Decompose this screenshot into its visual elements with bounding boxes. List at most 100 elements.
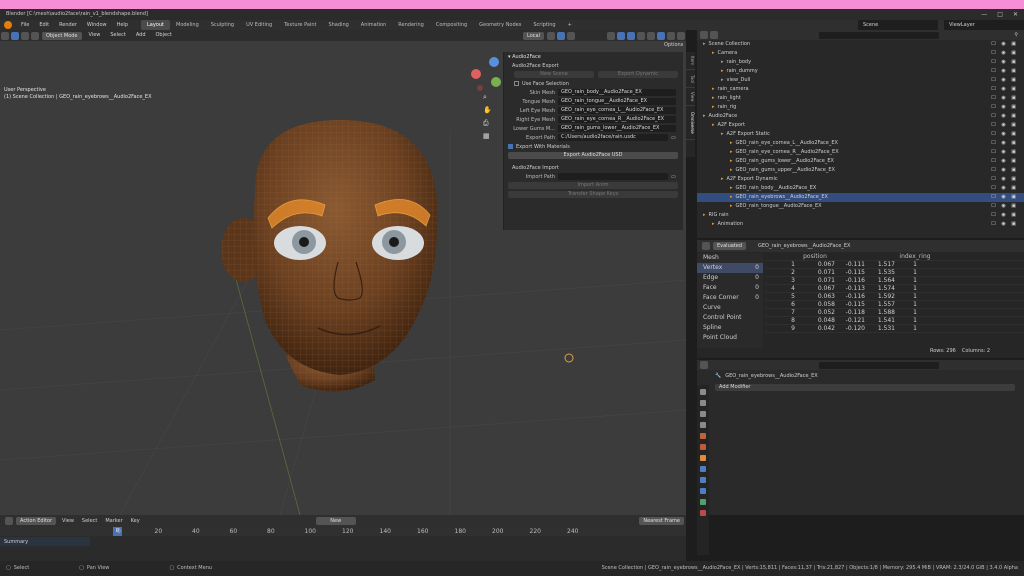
timeline-menu-view[interactable]: View [58, 518, 78, 524]
visibility-toggle-icons[interactable]: ☐ ◉ ▣ [991, 193, 1018, 202]
outliner-row[interactable]: ▸ GEO_rain_eye_cornea_L__Audio2Face_EX ☐ ◉… [697, 139, 1024, 148]
visibility-toggle-icons[interactable]: ☐ ◉ ▣ [991, 49, 1018, 58]
outliner-row[interactable]: ▸ view_Dull ☐ ◉ ▣ [697, 76, 1024, 85]
properties-search-input[interactable] [819, 361, 939, 369]
outliner-row[interactable]: ▸ rain_rig ☐ ◉ ▣ [697, 103, 1024, 112]
xray-icon[interactable] [637, 31, 645, 40]
outliner-row[interactable]: ▸ Camera ☐ ◉ ▣ [697, 49, 1024, 58]
spreadsheet-mode-selector[interactable]: Evaluated [713, 242, 747, 250]
workspace-tab-uv-editing[interactable]: UV Editing [240, 20, 278, 30]
spreadsheet-domain-item[interactable]: Face Corner 0 [697, 293, 763, 303]
visibility-toggle-icons[interactable]: ☐ ◉ ▣ [991, 148, 1018, 157]
workspace-tab-modeling[interactable]: Modeling [170, 20, 205, 30]
visibility-toggle-icons[interactable]: ☐ ◉ ▣ [991, 220, 1018, 229]
scene-tab-icon[interactable] [700, 433, 706, 439]
add-workspace-button[interactable]: + [562, 20, 578, 30]
properties-editor-icon[interactable] [700, 361, 708, 369]
modifier-tab-icon[interactable] [700, 466, 706, 472]
workspace-tab-geometry-nodes[interactable]: Geometry Nodes [473, 20, 527, 30]
new-scene-button[interactable]: New Scene [514, 71, 594, 78]
left-eye-mesh-field[interactable]: GEO_rain_eye_cornea_L__Audio2Face_EX [558, 107, 676, 114]
transform-orientation[interactable]: Local [523, 31, 544, 40]
import-path-field[interactable] [558, 173, 668, 180]
outliner-search-input[interactable] [819, 31, 939, 39]
blender-logo-icon[interactable] [4, 21, 12, 29]
menu-file[interactable]: File [16, 20, 34, 30]
dopesheet-editor-icon[interactable] [5, 517, 13, 525]
outliner-row[interactable]: ▸ rain_dummy ☐ ◉ ▣ [697, 67, 1024, 76]
workspace-tab-compositing[interactable]: Compositing [430, 20, 473, 30]
viewport-menu-add[interactable]: Add [131, 30, 151, 41]
expand-arrow-icon[interactable]: ▸ [730, 140, 733, 146]
spreadsheet-domain-item[interactable]: Point Cloud [697, 333, 763, 343]
snapping-selector[interactable]: Nearest Frame [639, 517, 684, 525]
tab-item[interactable]: Item [686, 52, 695, 70]
outliner-row[interactable]: ▸ GEO_rain_gums_upper__Audio2Face_EX ☐ ◉ ▣ [697, 166, 1024, 175]
expand-arrow-icon[interactable]: ▸ [703, 212, 706, 218]
expand-arrow-icon[interactable]: ▸ [730, 149, 733, 155]
export-audio2face-usd-button[interactable]: Export Audio2Face USD [508, 152, 678, 159]
visibility-toggle-icons[interactable]: ☐ ◉ ▣ [991, 211, 1018, 220]
viewport-menu-view[interactable]: View [84, 30, 106, 41]
visibility-toggle-icons[interactable]: ☐ ◉ ▣ [991, 103, 1018, 112]
tab-view[interactable]: View [686, 88, 695, 106]
export-dynamic-button[interactable]: Export Dynamic [598, 71, 678, 78]
spreadsheet-editor-icon[interactable] [702, 242, 710, 250]
outliner-row[interactable]: ▸ Animation ☐ ◉ ▣ [697, 220, 1024, 229]
select-mode-icon[interactable] [11, 31, 19, 40]
proportional-icon[interactable] [567, 31, 575, 40]
expand-arrow-icon[interactable]: ▸ [703, 41, 706, 47]
new-action-button[interactable]: New [315, 517, 356, 525]
import-section-header[interactable]: Audio2Face Import [504, 163, 683, 172]
use-face-selection-checkbox[interactable] [514, 81, 519, 86]
expand-arrow-icon[interactable]: ▸ [730, 185, 733, 191]
workspace-tab-layout[interactable]: Layout [141, 20, 170, 30]
expand-arrow-icon[interactable]: ▸ [712, 86, 715, 92]
spreadsheet-domain-item[interactable]: Face 0 [697, 283, 763, 293]
viewport-menu-object[interactable]: Object [151, 30, 177, 41]
visibility-toggle-icons[interactable]: ☐ ◉ ▣ [991, 202, 1018, 211]
spreadsheet-domain-item[interactable]: Spline [697, 323, 763, 333]
expand-arrow-icon[interactable]: ▸ [730, 203, 733, 209]
workspace-tab-texture-paint[interactable]: Texture Paint [278, 20, 322, 30]
solid-shading-icon[interactable] [657, 31, 665, 40]
outliner-row[interactable]: ▸ rain_body ☐ ◉ ▣ [697, 58, 1024, 67]
expand-arrow-icon[interactable]: ▸ [712, 221, 715, 227]
visibility-toggle-icons[interactable]: ☐ ◉ ▣ [991, 130, 1018, 139]
overlay-icon[interactable] [627, 31, 635, 40]
minimize-button[interactable]: — [981, 9, 987, 20]
material-tab-icon[interactable] [700, 510, 706, 516]
gizmo-icon[interactable] [617, 31, 625, 40]
view-layer-tab-icon[interactable] [700, 422, 706, 428]
spreadsheet-domain-item[interactable]: Curve [697, 303, 763, 313]
expand-arrow-icon[interactable]: ▸ [721, 77, 724, 83]
filter-icon[interactable]: ⚲ [1014, 32, 1018, 38]
visibility-toggle-icons[interactable]: ☐ ◉ ▣ [991, 175, 1018, 184]
viewport-menu-select[interactable]: Select [105, 30, 130, 41]
display-mode-icon[interactable] [710, 31, 718, 39]
material-shading-icon[interactable] [667, 31, 675, 40]
mode-selector[interactable]: Object Mode [42, 31, 82, 40]
outliner-row[interactable]: ▸ A2F Export Dynamic ☐ ◉ ▣ [697, 175, 1024, 184]
visibility-toggle-icons[interactable]: ☐ ◉ ▣ [991, 121, 1018, 130]
output-tab-icon[interactable] [700, 411, 706, 417]
world-tab-icon[interactable] [700, 444, 706, 450]
workspace-tab-rendering[interactable]: Rendering [392, 20, 430, 30]
spreadsheet-domain-item[interactable]: Mesh [697, 253, 763, 263]
expand-arrow-icon[interactable]: ▸ [721, 176, 724, 182]
outliner-row[interactable]: ▸ GEO_rain_tongue__Audio2Face_EX ☐ ◉ ▣ [697, 202, 1024, 211]
outliner-row[interactable]: ▸ RIG rain ☐ ◉ ▣ [697, 211, 1024, 220]
expand-arrow-icon[interactable]: ▸ [712, 104, 715, 110]
skin-mesh-field[interactable]: GEO_rain_body__Audio2Face_EX [558, 89, 676, 96]
visibility-toggle-icons[interactable]: ☐ ◉ ▣ [991, 67, 1018, 76]
editor-type-icon[interactable] [1, 31, 9, 40]
select-extend-icon[interactable] [31, 31, 39, 40]
timeline-ruler[interactable]: 0 0 20 40 60 80 100 120 140 160 180 200 220 240 [0, 527, 686, 536]
outliner-row[interactable]: ▸ A2F Export Static ☐ ◉ ▣ [697, 130, 1024, 139]
outliner-row[interactable]: ▸ A2F Export ☐ ◉ ▣ [697, 121, 1024, 130]
spreadsheet-domain-item[interactable]: Control Point [697, 313, 763, 323]
workspace-tab-scripting[interactable]: Scripting [527, 20, 561, 30]
outliner-row[interactable]: ▸ Scene Collection ☐ ◉ ▣ [697, 40, 1024, 49]
camera-view-icon[interactable]: ⎙ [483, 119, 493, 129]
expand-arrow-icon[interactable]: ▸ [721, 59, 724, 65]
